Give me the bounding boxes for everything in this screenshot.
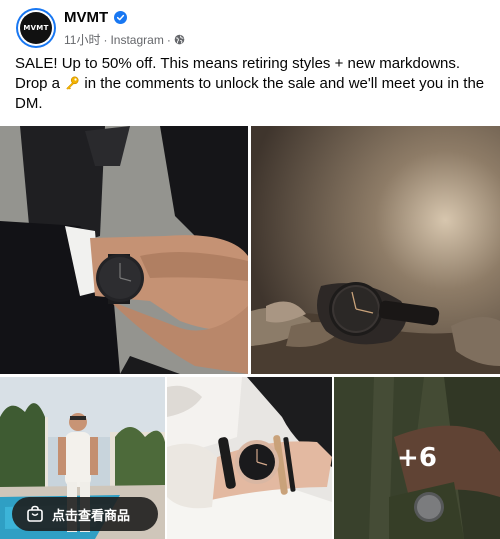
view-products-button[interactable]: 点击查看商品 bbox=[12, 497, 158, 531]
meta-separator: · bbox=[166, 32, 171, 47]
meta-separator: · bbox=[103, 32, 108, 47]
post-source: Instagram bbox=[110, 32, 164, 47]
avatar-logo: MVMT bbox=[20, 12, 52, 44]
page-avatar[interactable]: MVMT bbox=[16, 8, 56, 48]
photo-watch-on-rocks[interactable] bbox=[251, 126, 500, 374]
post-meta: 11小时 · Instagram · bbox=[64, 31, 185, 48]
verified-badge-icon bbox=[114, 11, 127, 24]
photo-watch-wrist-suit[interactable] bbox=[0, 126, 248, 374]
shopping-bag-icon bbox=[27, 505, 43, 522]
post-header: MVMT MVMT 11小时 · Instagram · bbox=[0, 0, 500, 52]
page-name[interactable]: MVMT bbox=[64, 9, 108, 26]
photo-watch-bracelets[interactable] bbox=[167, 377, 332, 539]
key-emoji-icon bbox=[66, 76, 79, 90]
globe-icon[interactable] bbox=[174, 34, 185, 45]
post-time[interactable]: 11小时 bbox=[64, 31, 100, 48]
post-caption: SALE! Up to 50% off. This means retiring… bbox=[15, 54, 485, 114]
view-products-label: 点击查看商品 bbox=[52, 508, 131, 524]
more-photos-overlay[interactable]: +6 bbox=[334, 377, 500, 539]
caption-text-continued: in the comments to unlock the sale and w… bbox=[15, 75, 485, 112]
